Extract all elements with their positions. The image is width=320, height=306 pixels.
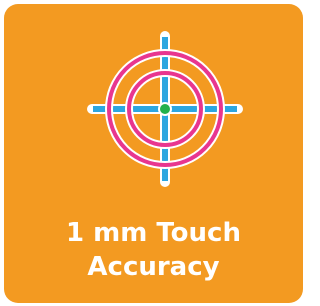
touch-accuracy-card: 1 mm Touch Accuracy	[4, 4, 303, 303]
caption-line-1: 1 mm Touch	[66, 218, 241, 248]
caption: 1 mm Touch Accuracy	[4, 216, 303, 284]
caption-line-2: Accuracy	[87, 252, 220, 282]
